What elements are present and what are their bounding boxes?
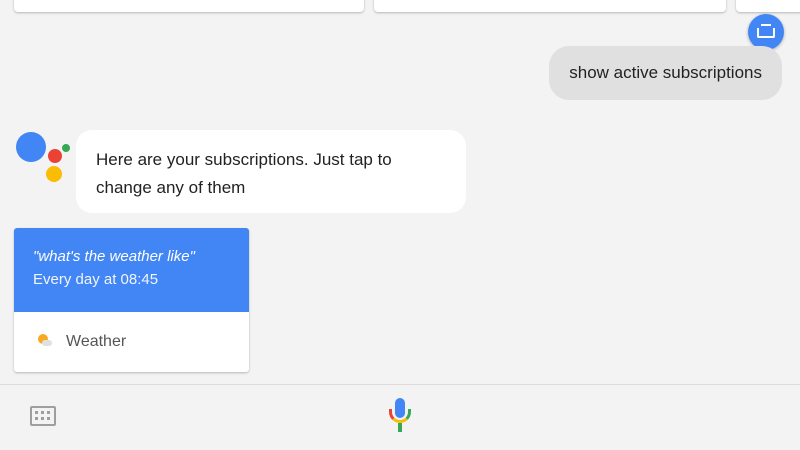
subscription-topic: Weather xyxy=(66,333,127,350)
keyboard-icon[interactable] xyxy=(30,406,56,426)
microphone-icon[interactable] xyxy=(387,398,413,434)
user-message-text: show active subscriptions xyxy=(569,63,762,82)
subscription-query: "what's the weather like" xyxy=(33,248,195,265)
subscription-schedule: Every day at 08:45 xyxy=(33,271,159,288)
assistant-dot-red xyxy=(48,149,62,163)
assistant-message-text: Here are your subscriptions. Just tap to… xyxy=(96,150,392,197)
google-assistant-dots-icon xyxy=(16,130,72,186)
input-bar-divider xyxy=(0,384,800,385)
previous-card[interactable] xyxy=(374,0,726,12)
subscription-card-footer: Weather xyxy=(14,312,249,372)
assistant-dot-yellow xyxy=(46,166,62,182)
subscription-card[interactable]: "what's the weather like" Every day at 0… xyxy=(14,228,249,372)
keyboard-icon xyxy=(757,24,775,38)
keyboard-fab-button[interactable] xyxy=(748,14,784,50)
sun-cloud-icon xyxy=(36,333,54,351)
assistant-dot-green xyxy=(62,144,70,152)
previous-card[interactable] xyxy=(14,0,364,12)
subscription-card-header: "what's the weather like" Every day at 0… xyxy=(14,228,249,312)
previous-card[interactable] xyxy=(736,0,800,12)
user-message-bubble: show active subscriptions xyxy=(549,46,782,100)
assistant-dot-blue xyxy=(16,132,46,162)
assistant-message-bubble: Here are your subscriptions. Just tap to… xyxy=(76,130,466,213)
